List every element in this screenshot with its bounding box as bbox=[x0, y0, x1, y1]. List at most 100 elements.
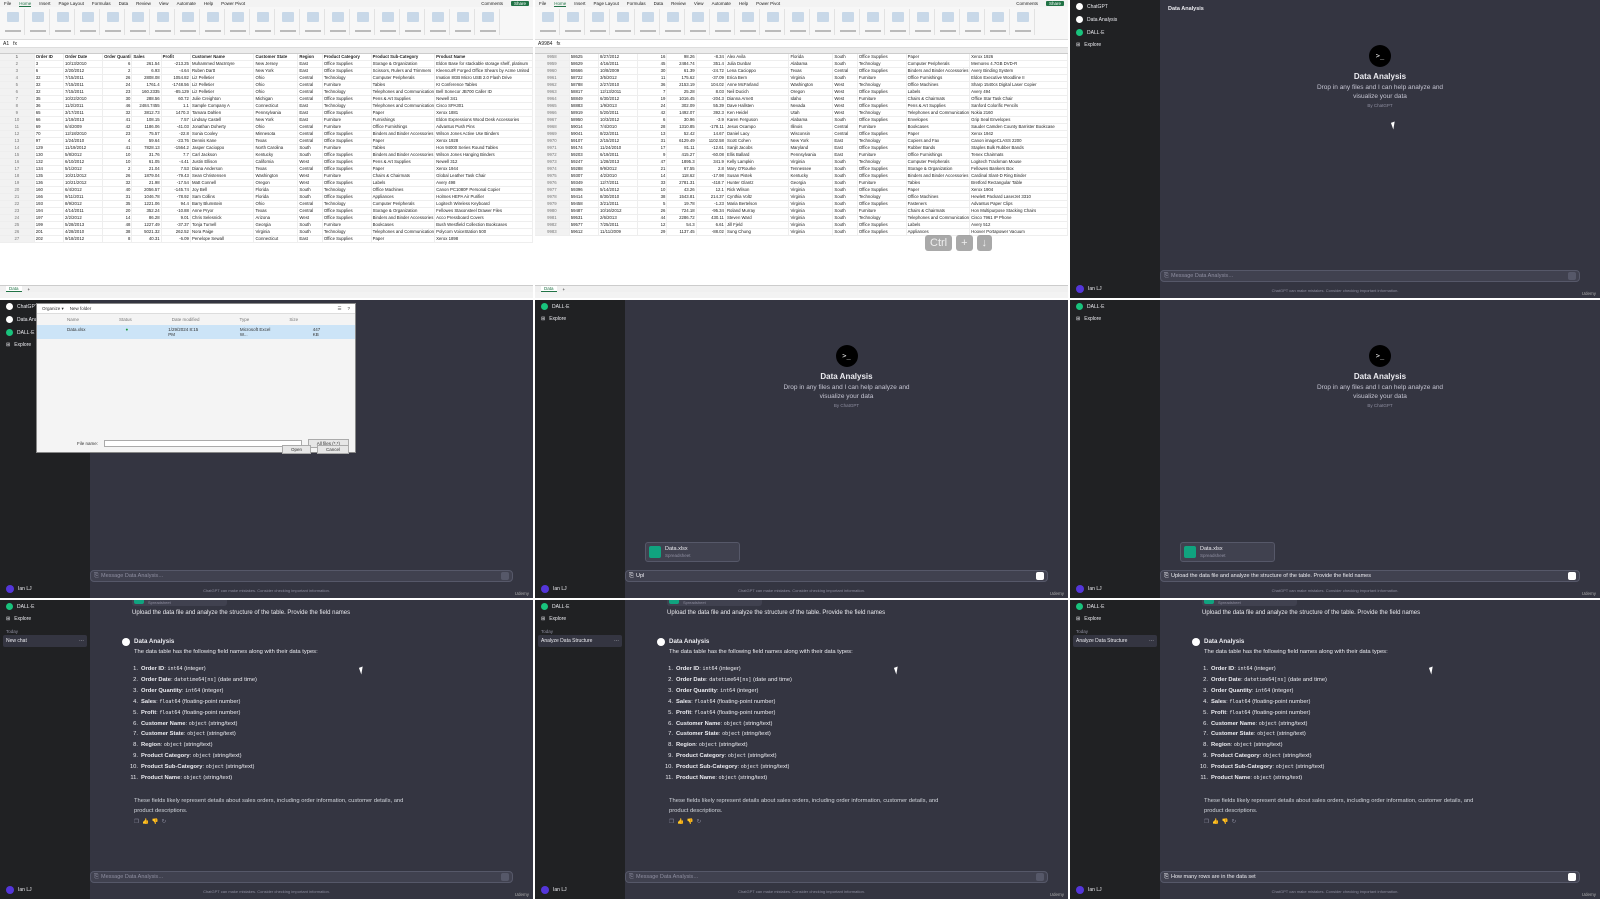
table-cell[interactable]: West bbox=[297, 158, 323, 167]
share-button[interactable]: Share bbox=[1045, 1, 1064, 6]
sidebar-item-chatgpt[interactable]: ChatGPT bbox=[1070, 0, 1160, 13]
table-cell[interactable]: Sanjit Jacobs bbox=[725, 144, 790, 153]
table-cell[interactable]: Office Supplies bbox=[322, 130, 372, 139]
sidebar-chat-item[interactable]: New chat ⋯ bbox=[3, 635, 87, 647]
table-row[interactable]: 9960 58666 10/8/2009 30 61.39 -24.72 Lena Caci… bbox=[535, 67, 1068, 76]
table-cell[interactable]: Furniture bbox=[857, 179, 907, 188]
table-cell[interactable]: 21.98 bbox=[131, 179, 162, 188]
table-cell[interactable]: Paper bbox=[371, 137, 436, 146]
table-cell[interactable]: 415.27 bbox=[666, 151, 697, 160]
table-cell[interactable]: East bbox=[297, 102, 323, 111]
table-cell[interactable]: Central bbox=[297, 123, 323, 132]
table-cell[interactable]: Julie Creighton bbox=[190, 95, 255, 104]
table-cell[interactable]: 7/15/2011 bbox=[63, 74, 104, 83]
sidebar-item-explore[interactable]: ⊞ Explore bbox=[1070, 613, 1160, 625]
table-row[interactable]: 20 160 6/4/2012 40 2056.57 -145.74 Joy Bell Flo… bbox=[0, 186, 533, 195]
table-cell[interactable]: Telephones and Communication bbox=[371, 228, 436, 237]
table-cell[interactable]: Computer Peripherals bbox=[906, 158, 971, 167]
table-cell[interactable]: Envelopes bbox=[906, 116, 971, 125]
table-cell[interactable]: Central bbox=[297, 74, 323, 83]
ribbon-command[interactable] bbox=[278, 9, 300, 35]
table-cell[interactable]: Newell 341 bbox=[434, 95, 533, 104]
table-cell[interactable]: -6.09 bbox=[161, 235, 191, 244]
ribbon-command[interactable] bbox=[353, 9, 375, 35]
table-row[interactable]: 9973 59247 1/28/2013 47 1895.3 341.9 Kelly Lam… bbox=[535, 158, 1068, 167]
table-cell[interactable]: Washington bbox=[788, 81, 834, 90]
table-cell[interactable]: Karen Ferguson bbox=[725, 116, 790, 125]
table-cell[interactable]: Alabama bbox=[788, 116, 834, 125]
table-cell[interactable]: 66 bbox=[34, 116, 64, 125]
table-cell[interactable]: East bbox=[297, 235, 323, 244]
table-cell[interactable]: New York bbox=[253, 116, 299, 125]
table-cell[interactable]: Liz Pelletier bbox=[190, 88, 255, 97]
ribbon-command[interactable] bbox=[538, 9, 560, 35]
view-icon[interactable]: ☰ bbox=[337, 306, 341, 312]
table-cell[interactable]: Hewlett Packard LaserJet 3310 bbox=[969, 193, 1068, 202]
paperclip-icon[interactable]: ⎘ bbox=[94, 874, 99, 881]
table-cell[interactable]: Xerox 1926 bbox=[969, 54, 1068, 62]
ribbon-command[interactable] bbox=[228, 9, 250, 35]
table-cell[interactable]: Liz Pelletier bbox=[190, 81, 255, 90]
table-cell[interactable]: Kelly Lampkin bbox=[725, 158, 790, 167]
table-cell[interactable]: Office Supplies bbox=[322, 235, 372, 244]
column-header[interactable]: Customer State bbox=[253, 54, 299, 62]
table-cell[interactable]: East bbox=[832, 137, 858, 146]
table-cell[interactable]: Texas bbox=[253, 137, 299, 146]
sidebar-item-dalle[interactable]: DALL·E bbox=[1070, 600, 1160, 613]
table-cell[interactable]: 5/28/2013 bbox=[63, 221, 104, 230]
table-cell[interactable]: Acco Pressboard Covers bbox=[434, 214, 533, 223]
table-cell[interactable]: 52.42 bbox=[666, 130, 697, 139]
ribbon-command[interactable] bbox=[713, 9, 735, 35]
table-cell[interactable]: Minnesota bbox=[253, 130, 299, 139]
menu-help[interactable]: Help bbox=[739, 1, 748, 6]
table-cell[interactable]: 129 bbox=[34, 144, 64, 153]
table-cell[interactable]: Sauder Camden County Barrister Bookcase bbox=[969, 123, 1068, 132]
table-cell[interactable]: Diana Anderson bbox=[190, 165, 255, 174]
table-cell[interactable]: Tables bbox=[371, 144, 436, 153]
table-row[interactable]: 15 130 5/8/2012 10 31.76 7.7 Carl Jackson Kentu… bbox=[0, 151, 533, 160]
table-cell[interactable]: 19 bbox=[637, 95, 668, 104]
table-cell[interactable]: 5021.32 bbox=[131, 228, 162, 237]
table-cell[interactable]: Binders and Binder Accessories bbox=[371, 151, 436, 160]
table-cell[interactable]: Oregon bbox=[788, 88, 834, 97]
table-cell[interactable]: 59107 bbox=[569, 137, 599, 146]
table-cell[interactable]: -22.8 bbox=[161, 130, 191, 139]
table-cell[interactable]: -37.09 bbox=[696, 74, 726, 83]
table-cell[interactable]: 1.1 bbox=[161, 102, 191, 111]
table-cell[interactable]: 75.57 bbox=[131, 130, 162, 139]
ribbon-command[interactable] bbox=[203, 9, 225, 35]
sidebar-item-explore[interactable]: ⊞ Explore bbox=[535, 613, 625, 625]
table-cell[interactable]: 9/9/2012 bbox=[598, 165, 639, 174]
table-cell[interactable]: Technology bbox=[857, 60, 907, 69]
table-cell[interactable]: Georgia bbox=[253, 221, 299, 230]
table-cell[interactable]: Tenex Chairmats bbox=[969, 151, 1068, 160]
table-cell[interactable]: Lena Cacioppo bbox=[725, 67, 790, 76]
send-button[interactable] bbox=[501, 873, 509, 881]
table-cell[interactable]: Texas bbox=[253, 165, 299, 174]
ribbon-command[interactable] bbox=[788, 9, 810, 35]
message-input[interactable]: ⎘ Upload the data file and analyze the st… bbox=[1160, 570, 1580, 582]
table-cell[interactable]: Office Supplies bbox=[857, 88, 907, 97]
table-cell[interactable]: 724.18 bbox=[666, 207, 697, 216]
table-cell[interactable]: 33 bbox=[637, 179, 668, 188]
table-cell[interactable]: Canon imageCLASS 2200 bbox=[969, 137, 1068, 146]
ribbon-command[interactable] bbox=[1013, 9, 1035, 35]
menu-view[interactable]: View bbox=[159, 1, 169, 6]
table-cell[interactable]: 1543.81 bbox=[666, 193, 697, 202]
table-cell[interactable]: 6.61 bbox=[696, 221, 726, 230]
table-cell[interactable]: Office Furnishings bbox=[906, 74, 971, 83]
table-cell[interactable]: 12 bbox=[637, 221, 668, 230]
table-cell[interactable]: South bbox=[832, 179, 858, 188]
table-cell[interactable]: 24 bbox=[102, 81, 133, 90]
table-cell[interactable]: 4/28/2010 bbox=[63, 228, 104, 237]
table-cell[interactable]: 59612 bbox=[569, 228, 599, 237]
add-sheet-icon[interactable]: + bbox=[28, 287, 31, 292]
table-cell[interactable]: Ken Heidel bbox=[725, 109, 790, 118]
table-cell[interactable]: Florida bbox=[253, 186, 299, 195]
table-cell[interactable]: 29 bbox=[637, 228, 668, 237]
table-cell[interactable]: South bbox=[832, 54, 858, 62]
table-row[interactable]: 5 32 7/15/2011 24 1761.4 -1748.56 Liz Pelletie… bbox=[0, 81, 533, 90]
table-cell[interactable]: 10/21/2012 bbox=[63, 179, 104, 188]
table-cell[interactable]: Labels bbox=[371, 179, 436, 188]
table-cell[interactable]: Justin Ellison bbox=[190, 158, 255, 167]
